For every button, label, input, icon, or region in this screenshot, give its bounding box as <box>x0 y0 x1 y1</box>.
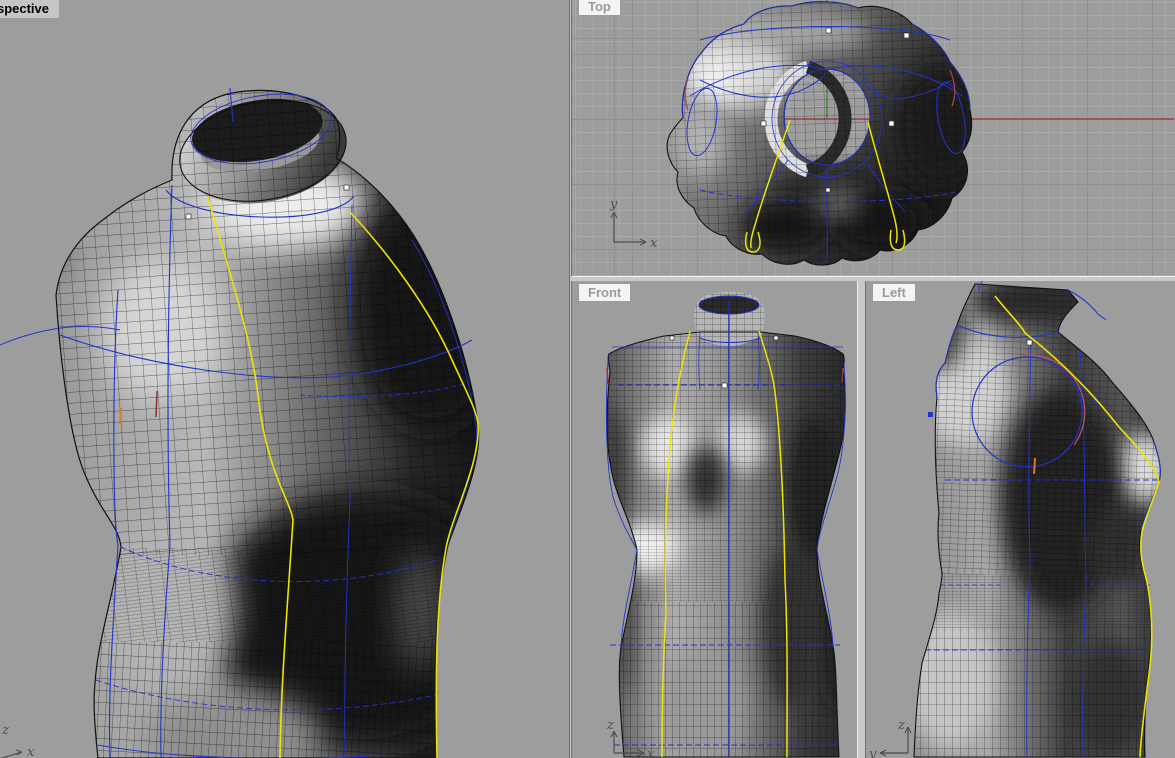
viewport-perspective[interactable]: Perspective <box>0 0 570 758</box>
dress-form-model-front[interactable] <box>572 281 857 758</box>
axis-letter-x: x <box>650 236 658 251</box>
axis-letter-x: x <box>647 747 655 758</box>
viewport-label-top[interactable]: Top <box>578 0 621 16</box>
wireframe <box>914 284 1161 757</box>
left-axis-icon: z y <box>868 718 912 758</box>
dress-form-model-top[interactable] <box>640 0 1040 276</box>
wireframe <box>607 292 846 757</box>
axis-letter-x: x <box>27 745 35 758</box>
axis-letter-y: y <box>868 747 877 758</box>
viewport-label-perspective[interactable]: Perspective <box>0 0 59 18</box>
viewport-top[interactable]: Top y x <box>571 0 1175 277</box>
axis-letter-z: z <box>606 718 614 733</box>
top-view-canvas[interactable]: y x <box>572 0 1175 276</box>
axis-letter-z: z <box>897 718 905 733</box>
front-view-canvas[interactable]: z x <box>572 281 857 758</box>
control-points[interactable] <box>1026 339 1033 346</box>
top-axis-icon: y x <box>609 197 658 251</box>
viewport-front[interactable]: Front z x <box>571 281 858 758</box>
viewport-label-front[interactable]: Front <box>578 283 632 302</box>
dress-form-model-perspective[interactable] <box>0 0 569 758</box>
wireframe <box>667 1 972 266</box>
left-view-canvas[interactable]: z y <box>866 281 1175 758</box>
selection-markers <box>1033 457 1036 475</box>
axis-letter-z: z <box>1 723 9 738</box>
axis-letter-y: y <box>609 197 618 212</box>
viewport-label-left[interactable]: Left <box>872 283 916 302</box>
dress-form-model-left[interactable] <box>866 281 1175 758</box>
viewport-left[interactable]: Left z y <box>865 281 1175 758</box>
perspective-view-canvas[interactable]: z x <box>0 0 569 758</box>
viewport-canvas: Perspective <box>0 0 1175 758</box>
perspective-axis-icon: z x <box>0 723 35 758</box>
